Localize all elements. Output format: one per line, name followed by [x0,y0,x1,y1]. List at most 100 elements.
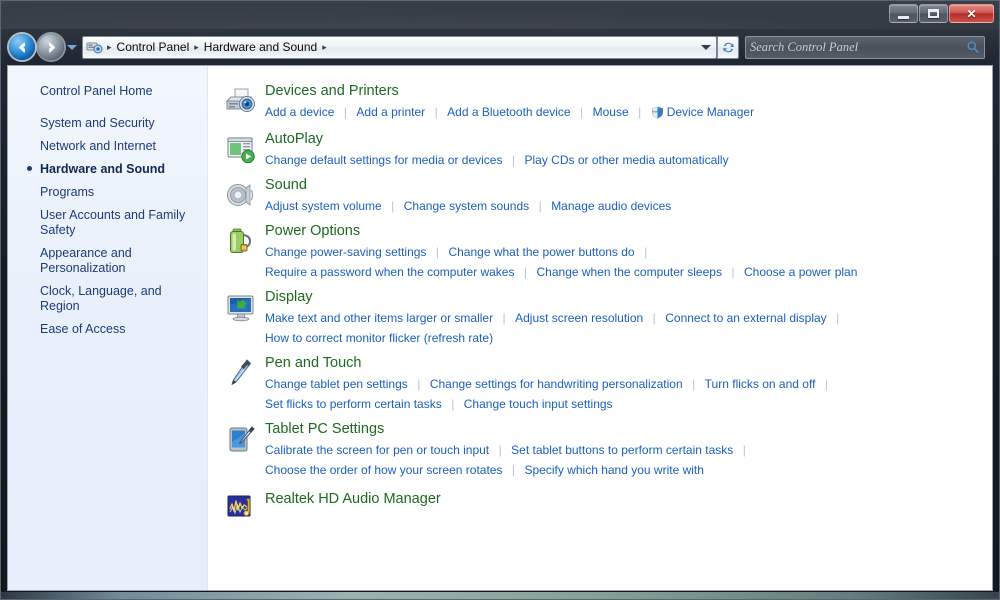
back-button[interactable] [9,34,35,60]
sidebar-item-ease-of-access[interactable]: Ease of Access [8,318,207,341]
link-make-text-and-other-items-larger-or-smaller[interactable]: Make text and other items larger or smal… [265,311,493,325]
link-add-a-printer[interactable]: Add a printer [356,105,425,119]
breadcrumb[interactable]: ▸ Control Panel ▸ Hardware and Sound ▸ [82,35,717,59]
category-title-tablet-pc-settings[interactable]: Tablet PC Settings [265,420,384,439]
link-separator: | [502,311,506,325]
breadcrumb-arrow-2[interactable]: ▸ [320,42,329,53]
link-row: Set flicks to perform certain tasks | Ch… [265,394,992,414]
autoplay-icon [222,130,260,165]
sidebar-item-clock-language-and-region[interactable]: Clock, Language, and Region [8,280,207,318]
link-add-a-bluetooth-device[interactable]: Add a Bluetooth device [447,105,570,119]
link-separator: | [417,377,421,391]
minimize-button[interactable] [889,4,918,23]
link-adjust-system-volume[interactable]: Adjust system volume [265,199,382,213]
link-connect-to-an-external-display[interactable]: Connect to an external display [665,311,826,325]
link-row: Add a device | Add a printer | Add a Blu… [265,102,992,124]
sidebar: Control Panel Home System and Security N… [8,66,208,590]
link-separator: | [451,397,455,411]
title-bar: ✕ [1,1,999,29]
link-change-power-saving-settings[interactable]: Change power-saving settings [265,245,426,259]
link-choose-the-order-of-how-your-screen-rotates[interactable]: Choose the order of how your screen rota… [265,463,502,477]
link-separator: | [538,199,542,213]
link-turn-flicks-on-and-off[interactable]: Turn flicks on and off [705,377,816,391]
maximize-icon [928,9,939,18]
sidebar-item-hardware-and-sound[interactable]: Hardware and Sound [8,158,207,181]
link-adjust-screen-resolution[interactable]: Adjust screen resolution [515,311,643,325]
link-add-a-device[interactable]: Add a device [265,105,334,119]
category-title-display[interactable]: Display [265,288,313,307]
category-sound: Sound Adjust system volume | Change syst… [222,176,992,216]
category-title-sound[interactable]: Sound [265,176,307,195]
link-row: Calibrate the screen for pen or touch in… [265,440,992,460]
control-panel-window: ✕ ▸ Control Panel ▸ Hardware and Sound ▸… [0,0,1000,600]
link-row: How to correct monitor flicker (refresh … [265,328,992,348]
link-calibrate-the-screen-for-pen-or-touch-input[interactable]: Calibrate the screen for pen or touch in… [265,443,489,457]
breadcrumb-item-hardware-and-sound[interactable]: Hardware and Sound [201,40,320,54]
realtek-hd-audio-manager-icon [222,490,260,521]
power-options-icon [222,222,260,257]
category-body: Power Options Change power-saving settin… [260,222,992,282]
tablet-pc-settings-icon [222,420,260,455]
link-separator: | [644,245,648,259]
link-change-touch-input-settings[interactable]: Change touch input settings [464,397,613,411]
link-row: Adjust system volume | Change system sou… [265,196,992,216]
link-play-cds-or-other-media-automatically[interactable]: Play CDs or other media automatically [525,153,729,167]
link-separator: | [434,105,438,119]
maximize-button[interactable] [919,4,948,23]
link-manage-audio-devices[interactable]: Manage audio devices [551,199,671,213]
link-how-to-correct-monitor-flicker[interactable]: How to correct monitor flicker (refresh … [265,331,493,345]
link-change-when-the-computer-sleeps[interactable]: Change when the computer sleeps [537,265,722,279]
chevron-down-icon [67,44,77,50]
link-mouse[interactable]: Mouse [593,105,629,119]
sidebar-item-user-accounts-and-family-safety[interactable]: User Accounts and Family Safety [8,204,207,242]
sidebar-item-network-and-internet[interactable]: Network and Internet [8,135,207,158]
link-change-what-the-power-buttons-do[interactable]: Change what the power buttons do [448,245,634,259]
link-separator: | [523,265,528,279]
uac-shield-icon [651,105,664,124]
link-device-manager[interactable]: Device Manager [667,105,754,119]
navigation-bar: ▸ Control Panel ▸ Hardware and Sound ▸ [1,31,999,63]
link-separator: | [742,443,746,457]
category-title-devices-and-printers[interactable]: Devices and Printers [265,82,399,101]
search-input[interactable] [750,39,966,55]
category-title-pen-and-touch[interactable]: Pen and Touch [265,354,361,373]
link-row: Change tablet pen settings | Change sett… [265,374,992,394]
link-set-tablet-buttons-to-perform-certain-tasks[interactable]: Set tablet buttons to perform certain ta… [511,443,733,457]
client-area: Control Panel Home System and Security N… [7,65,993,591]
breadcrumb-arrow-0: ▸ [107,41,112,52]
link-separator: | [652,311,656,325]
breadcrumb-dropdown-button[interactable] [698,44,714,50]
link-separator: | [731,265,735,279]
link-set-flicks-to-perform-certain-tasks[interactable]: Set flicks to perform certain tasks [265,397,442,411]
history-dropdown-button[interactable] [64,34,80,60]
search-icon[interactable] [966,40,980,54]
link-row: Require a password when the computer wak… [265,262,992,282]
link-change-default-settings-for-media-or-devices[interactable]: Change default settings for media or dev… [265,153,502,167]
link-choose-a-power-plan[interactable]: Choose a power plan [744,265,857,279]
refresh-button[interactable] [717,35,739,59]
sidebar-item-system-and-security[interactable]: System and Security [8,112,207,135]
sidebar-item-appearance-and-personalization[interactable]: Appearance and Personalization [8,242,207,280]
link-change-system-sounds[interactable]: Change system sounds [404,199,529,213]
sidebar-item-programs[interactable]: Programs [8,181,207,204]
search-box[interactable] [745,35,985,59]
close-button[interactable]: ✕ [949,4,994,23]
link-change-settings-for-handwriting-personalization[interactable]: Change settings for handwriting personal… [430,377,683,391]
sound-icon [222,176,260,211]
forward-button[interactable] [38,34,64,60]
devices-and-printers-icon [222,82,260,117]
link-specify-which-hand-you-write-with[interactable]: Specify which hand you write with [525,463,704,477]
chevron-down-icon [701,44,711,50]
category-power-options: Power Options Change power-saving settin… [222,222,992,282]
category-tablet-pc-settings: Tablet PC Settings Calibrate the screen … [222,420,992,480]
category-title-realtek-hd-audio-manager[interactable]: Realtek HD Audio Manager [265,490,441,509]
category-title-autoplay[interactable]: AutoPlay [265,130,323,149]
category-title-power-options[interactable]: Power Options [265,222,360,241]
link-row: Choose the order of how your screen rota… [265,460,992,480]
link-change-tablet-pen-settings[interactable]: Change tablet pen settings [265,377,408,391]
link-separator: | [836,311,840,325]
link-require-a-password-when-the-computer-wakes[interactable]: Require a password when the computer wak… [265,265,514,279]
breadcrumb-item-control-panel[interactable]: Control Panel [114,40,193,54]
breadcrumb-arrow-1[interactable]: ▸ [192,42,201,53]
sidebar-item-control-panel-home[interactable]: Control Panel Home [8,80,207,103]
